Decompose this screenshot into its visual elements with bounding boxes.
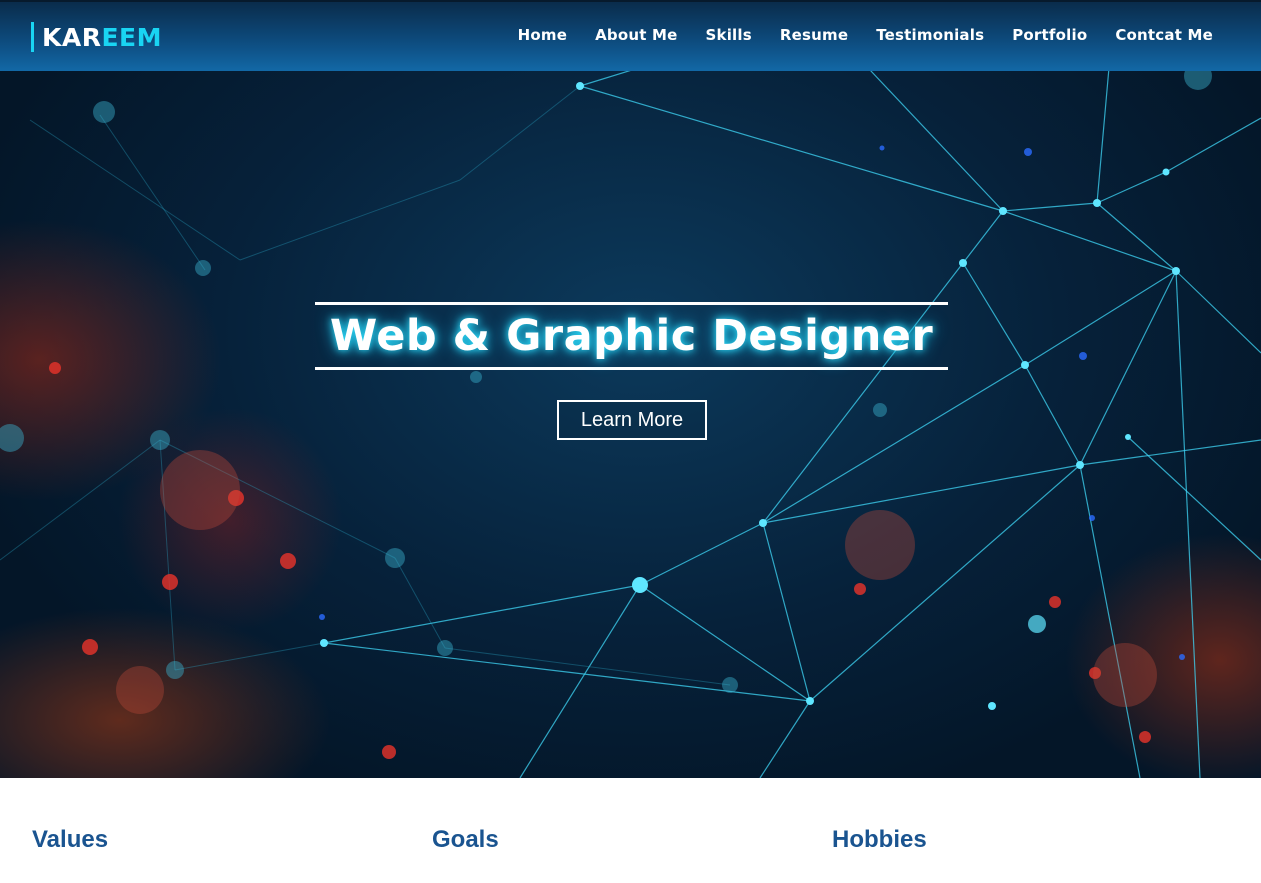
nav-skills[interactable]: Skills xyxy=(706,26,752,44)
logo-text-white: KAR xyxy=(42,22,102,52)
headline-frame: Web & Graphic Designer xyxy=(315,302,948,370)
hobbies-title: Hobbies xyxy=(832,826,927,853)
nav-testimonials[interactable]: Testimonials xyxy=(876,26,984,44)
hero-section: Web & Graphic Designer Learn More xyxy=(0,0,1261,778)
nav-resume[interactable]: Resume xyxy=(780,26,848,44)
hero-headline: Web & Graphic Designer xyxy=(329,311,934,361)
values-title: Values xyxy=(32,826,109,853)
main-nav: Home About Me Skills Resume Testimonials… xyxy=(490,26,1213,44)
goals-title: Goals xyxy=(432,826,499,853)
nav-portfolio[interactable]: Portfolio xyxy=(1012,26,1087,44)
logo-accent-bar xyxy=(31,22,34,52)
hobbies-section: Hobbies xyxy=(832,826,1192,854)
logo[interactable]: KAREEM xyxy=(31,21,162,53)
learn-more-button[interactable]: Learn More xyxy=(557,400,707,440)
values-section: Values xyxy=(32,826,392,854)
logo-text: KAREEM xyxy=(42,23,162,52)
nav-contact-me[interactable]: Contcat Me xyxy=(1115,26,1213,44)
network-background-graphic xyxy=(0,0,1261,778)
nav-home[interactable]: Home xyxy=(518,26,567,44)
logo-text-accent: EEM xyxy=(101,22,163,52)
goals-section: Goals xyxy=(432,826,792,854)
nav-about-me[interactable]: About Me xyxy=(595,26,677,44)
top-navigation-bar: KAREEM Home About Me Skills Resume Testi… xyxy=(0,0,1261,71)
